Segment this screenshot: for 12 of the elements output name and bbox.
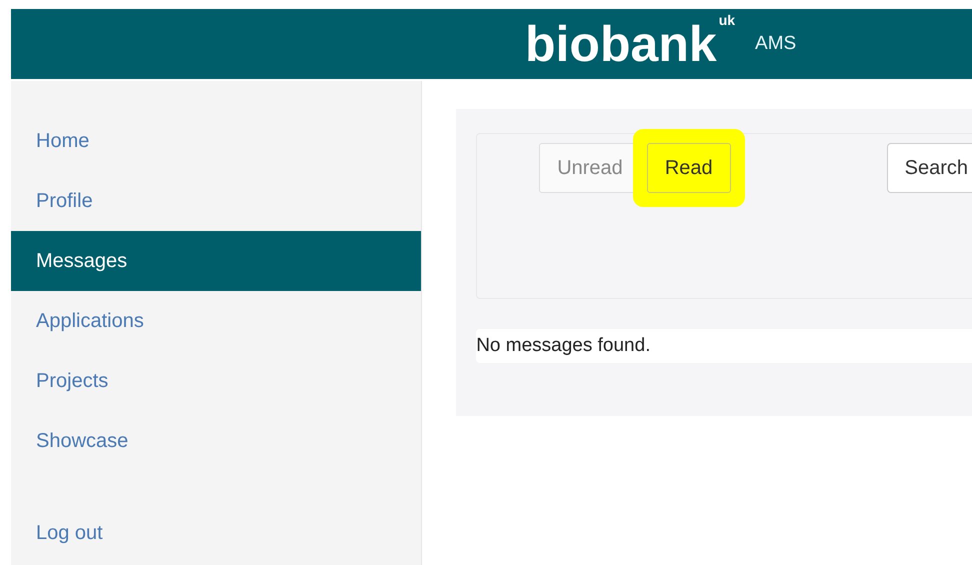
search-button[interactable]: Search	[886, 143, 972, 193]
sidebar-item[interactable]: Messages	[11, 231, 422, 291]
logo-suffix: uk	[718, 12, 736, 29]
logout-link[interactable]: Log out	[11, 503, 422, 563]
empty-message: No messages found.	[476, 329, 972, 363]
sidebar-item[interactable]: Applications	[11, 291, 422, 351]
sidebar-item[interactable]: Showcase	[11, 411, 422, 471]
sidebar-item[interactable]: Projects	[11, 351, 422, 411]
sidebar-item[interactable]: Profile	[11, 171, 422, 231]
app-name: AMS	[755, 33, 796, 55]
sidebar-item[interactable]: Home	[11, 111, 422, 171]
logo: biobank	[524, 15, 718, 74]
